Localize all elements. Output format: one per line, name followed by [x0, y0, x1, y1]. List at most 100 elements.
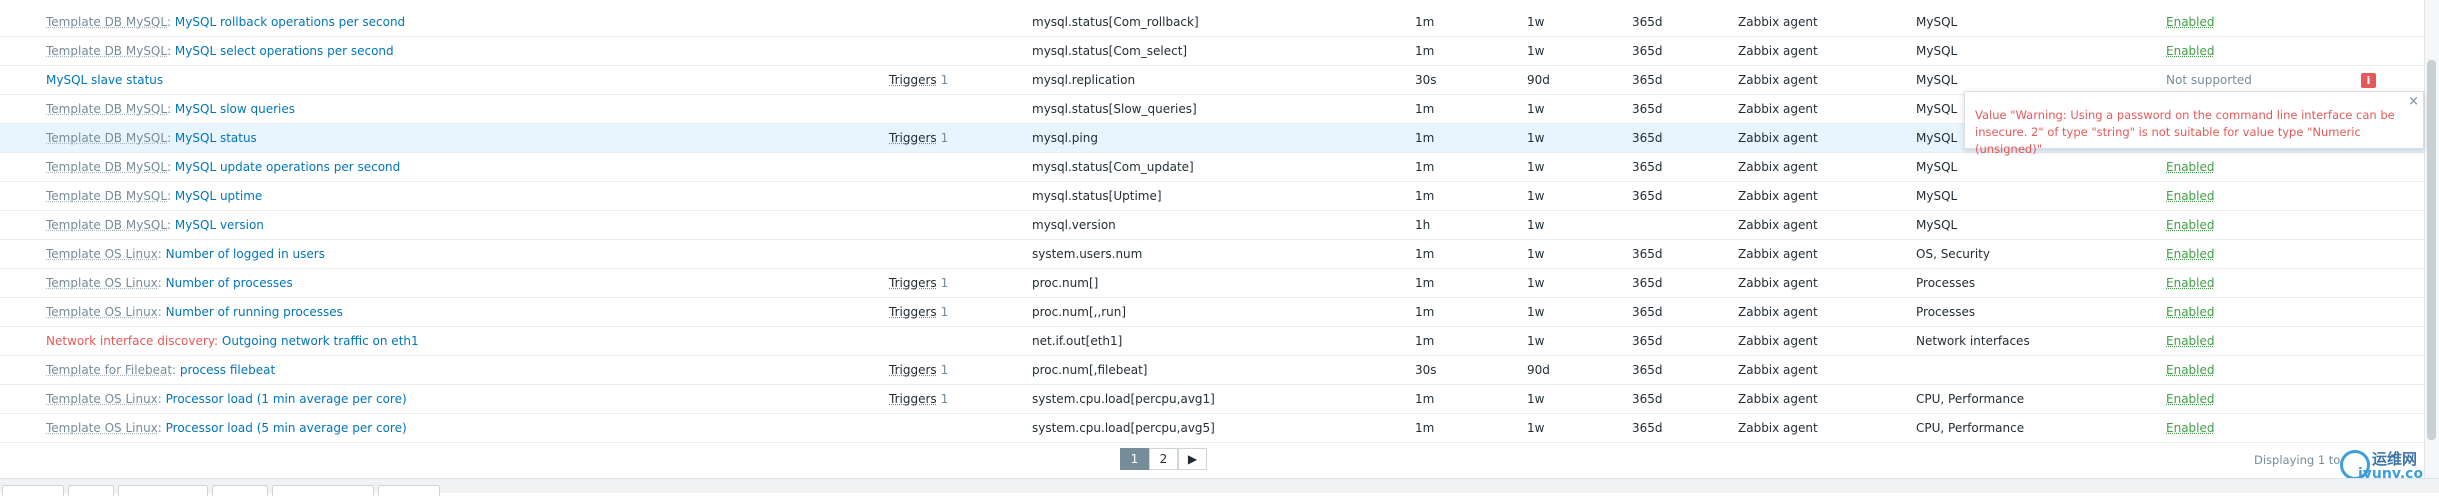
- item-name-link[interactable]: MySQL update operations per second: [175, 160, 400, 174]
- footer-button[interactable]: [272, 485, 374, 496]
- status-toggle[interactable]: Enabled: [2166, 327, 2215, 355]
- template-link[interactable]: Template DB MySQL: [46, 189, 167, 203]
- triggers-link[interactable]: Triggers: [889, 363, 937, 377]
- status-label[interactable]: Enabled: [2166, 160, 2215, 174]
- triggers-link[interactable]: Triggers: [889, 305, 937, 319]
- template-link[interactable]: Template DB MySQL: [46, 102, 167, 116]
- item-name-link[interactable]: MySQL rollback operations per second: [175, 15, 405, 29]
- template-link[interactable]: Template OS Linux: [46, 305, 158, 319]
- item-history: 1w: [1527, 247, 1545, 261]
- template-link[interactable]: Template for Filebeat: [46, 363, 172, 377]
- status-label[interactable]: Enabled: [2166, 421, 2215, 435]
- template-link[interactable]: Template DB MySQL: [46, 44, 167, 58]
- template-link[interactable]: Template OS Linux: [46, 276, 158, 290]
- triggers-count: 1: [940, 305, 949, 319]
- status-toggle[interactable]: Enabled: [2166, 37, 2215, 65]
- table-row: Template DB MySQL: MySQL version mysql.ve…: [0, 211, 2439, 240]
- table-row: Template OS Linux: Processor load (5 min…: [0, 414, 2439, 443]
- status-toggle[interactable]: Enabled: [2166, 298, 2215, 326]
- item-history: 1w: [1527, 44, 1545, 58]
- template-link[interactable]: Template DB MySQL: [46, 160, 167, 174]
- status-toggle[interactable]: Enabled: [2166, 269, 2215, 297]
- status-label[interactable]: Enabled: [2166, 189, 2215, 203]
- status-label[interactable]: Enabled: [2166, 392, 2215, 406]
- footer-button[interactable]: [212, 485, 268, 496]
- template-link[interactable]: Template OS Linux: [46, 392, 158, 406]
- status-label[interactable]: Enabled: [2166, 363, 2215, 377]
- status-label[interactable]: Enabled: [2166, 247, 2215, 261]
- item-name-link[interactable]: Number of processes: [166, 276, 293, 290]
- item-name-link[interactable]: Number of logged in users: [166, 247, 325, 261]
- status-label[interactable]: Enabled: [2166, 218, 2215, 232]
- item-name-cell: MySQL slave status: [46, 66, 163, 94]
- table-row: Template for Filebeat: process filebeat T…: [0, 356, 2439, 385]
- next-page-icon[interactable]: ▶: [1178, 448, 1207, 470]
- template-link[interactable]: Template DB MySQL: [46, 218, 167, 232]
- template-link[interactable]: Template OS Linux: [46, 247, 158, 261]
- item-name-link[interactable]: MySQL uptime: [175, 189, 262, 203]
- page-2-button[interactable]: 2: [1149, 448, 1178, 470]
- triggers-link[interactable]: Triggers: [889, 392, 937, 406]
- item-name-link[interactable]: MySQL slave status: [46, 73, 163, 87]
- name-separator: :: [167, 160, 175, 174]
- triggers-count: 1: [940, 392, 949, 406]
- item-name-link[interactable]: MySQL version: [175, 218, 264, 232]
- status-label[interactable]: Enabled: [2166, 334, 2215, 348]
- status-toggle[interactable]: Enabled: [2166, 211, 2215, 239]
- template-link[interactable]: Template OS Linux: [46, 421, 158, 435]
- item-name-link[interactable]: MySQL status: [175, 131, 257, 145]
- triggers-link[interactable]: Triggers: [889, 276, 937, 290]
- item-trends: 365d: [1632, 44, 1663, 58]
- triggers-count: 1: [940, 131, 949, 145]
- triggers-link[interactable]: Triggers: [889, 73, 937, 87]
- error-hintbox: × Value "Warning: Using a password on th…: [1964, 91, 2424, 156]
- status-toggle[interactable]: Enabled: [2166, 385, 2215, 413]
- scrollbar-thumb[interactable]: [2427, 60, 2436, 440]
- status-toggle[interactable]: Enabled: [2166, 240, 2215, 268]
- item-key: system.users.num: [1032, 247, 1143, 261]
- page-1-button[interactable]: 1: [1120, 448, 1149, 470]
- item-key: mysql.version: [1032, 218, 1116, 232]
- template-link[interactable]: Template DB MySQL: [46, 15, 167, 29]
- item-name-link[interactable]: Outgoing network traffic on eth1: [222, 334, 419, 348]
- displaying-count: Displaying 1 to: [2254, 453, 2341, 467]
- footer-button[interactable]: [118, 485, 208, 496]
- status-label[interactable]: Enabled: [2166, 276, 2215, 290]
- item-name-link[interactable]: MySQL slow queries: [175, 102, 295, 116]
- item-name-link[interactable]: Processor load (5 min average per core): [166, 421, 407, 435]
- item-name-cell: Template DB MySQL: MySQL select operatio…: [46, 37, 394, 65]
- status-toggle[interactable]: Enabled: [2166, 182, 2215, 210]
- item-key: proc.num[,filebeat]: [1032, 363, 1148, 377]
- status-toggle[interactable]: Not supported: [2166, 66, 2252, 94]
- footer-button[interactable]: [2, 485, 64, 496]
- item-name-link[interactable]: process filebeat: [180, 363, 275, 377]
- status-label[interactable]: Enabled: [2166, 15, 2215, 29]
- item-type: Zabbix agent: [1738, 15, 1818, 29]
- item-type: Zabbix agent: [1738, 44, 1818, 58]
- item-trends: 365d: [1632, 131, 1663, 145]
- error-info-icon[interactable]: i: [2361, 73, 2376, 88]
- template-link[interactable]: Network interface discovery: [46, 334, 214, 348]
- triggers-link[interactable]: Triggers: [889, 131, 937, 145]
- status-toggle[interactable]: Enabled: [2166, 153, 2215, 181]
- item-name-link[interactable]: Number of running processes: [166, 305, 343, 319]
- table-row: Template OS Linux: Processor load (1 min…: [0, 385, 2439, 414]
- item-applications: CPU, Performance: [1916, 392, 2025, 406]
- item-interval: 1h: [1415, 218, 1431, 232]
- status-toggle[interactable]: Enabled: [2166, 356, 2215, 384]
- close-icon[interactable]: ×: [2408, 93, 2419, 110]
- footer-button[interactable]: [68, 485, 114, 496]
- item-interval: 1m: [1415, 276, 1435, 290]
- status-toggle[interactable]: Enabled: [2166, 414, 2215, 442]
- template-link[interactable]: Template DB MySQL: [46, 131, 167, 145]
- status-label[interactable]: Enabled: [2166, 305, 2215, 319]
- item-history: 1w: [1527, 102, 1545, 116]
- status-toggle[interactable]: Enabled: [2166, 8, 2215, 36]
- item-name-link[interactable]: Processor load (1 min average per core): [166, 392, 407, 406]
- status-label[interactable]: Enabled: [2166, 44, 2215, 58]
- item-name-cell: Template OS Linux: Number of running pro…: [46, 298, 343, 326]
- status-label[interactable]: Not supported: [2166, 73, 2252, 87]
- footer-button[interactable]: [378, 485, 440, 496]
- item-name-link[interactable]: MySQL select operations per second: [175, 44, 394, 58]
- table-row: Template DB MySQL: MySQL rollback operat…: [0, 8, 2439, 37]
